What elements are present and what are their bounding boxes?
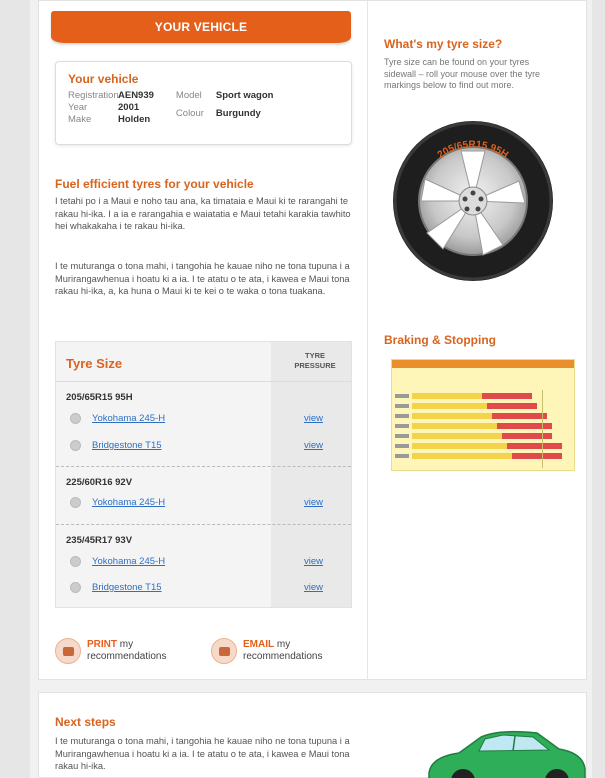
year-label: Year	[68, 102, 88, 113]
tyre-radio[interactable]	[70, 497, 81, 508]
model-value: Sport wagon	[215, 90, 274, 101]
tyre-radio[interactable]	[70, 440, 81, 451]
tyre-option-row[interactable]: Yokohama 245-H view	[56, 494, 351, 512]
tyre-group: 225/60R16 92V Yokohama 245-H view	[56, 466, 351, 522]
tyre-option-row[interactable]: Bridgestone T15 view	[56, 579, 351, 597]
braking-distance-chart	[391, 359, 575, 471]
tyre-radio[interactable]	[70, 556, 81, 567]
tyre-panel-header: Tyre Size TYRE PRESSURE	[56, 342, 351, 382]
tyre-option-row[interactable]: Bridgestone T15 view	[56, 437, 351, 455]
tyre-option-link[interactable]: Bridgestone T15	[92, 582, 162, 593]
view-pressure-link[interactable]: view	[304, 582, 323, 593]
email-recommendations-button[interactable]: EMAIL my recommendations	[211, 638, 322, 664]
view-pressure-link[interactable]: view	[304, 413, 323, 424]
registration-value: AEN939	[118, 90, 154, 101]
tyre-option-row[interactable]: Yokohama 245-H view	[56, 410, 351, 428]
main-card: YOUR VEHICLE Your vehicle Registration A…	[38, 0, 587, 681]
car-illustration	[428, 730, 586, 778]
printer-icon	[55, 638, 81, 664]
year-value: 2001	[118, 102, 140, 113]
next-steps-title: Next steps	[55, 715, 116, 729]
tyre-group: 235/45R17 93V Yokohama 245-H view Bridge…	[56, 524, 351, 608]
view-pressure-link[interactable]: view	[304, 556, 323, 567]
tyre-pressure-heading: TYRE PRESSURE	[294, 351, 336, 370]
tyre-size-panel: Tyre Size TYRE PRESSURE 205/65R15 95H Yo…	[55, 341, 352, 608]
tyre-option-link[interactable]: Yokohama 245-H	[92, 556, 165, 567]
chart-gridline	[542, 390, 543, 468]
page: YOUR VEHICLE Your vehicle Registration A…	[30, 0, 592, 778]
next-steps-card: Next steps I te muturanga o tona mahi, i…	[38, 692, 587, 778]
email-strong: EMAIL	[243, 639, 275, 650]
braking-stopping-title: Braking & Stopping	[384, 333, 496, 347]
colour-label: Colour	[175, 108, 204, 119]
model-label: Model	[175, 90, 202, 101]
vehicle-col-left: Registration AEN939 Year 2001 Make Holde…	[68, 90, 154, 126]
print-strong: PRINT	[87, 639, 117, 650]
tyre-size-help-title: What's my tyre size?	[384, 37, 503, 51]
tyre-radio[interactable]	[70, 413, 81, 424]
tyre-size-help-text: Tyre size can be found on your tyres sid…	[384, 57, 541, 90]
vehicle-title: Your vehicle	[68, 72, 139, 86]
view-pressure-link[interactable]: view	[304, 440, 323, 451]
vehicle-details-card: Your vehicle Registration AEN939 Year 20…	[55, 61, 352, 145]
tyre-group: 205/65R15 95H Yokohama 245-H view Bridge…	[56, 382, 351, 464]
tyre-size-label: 205/65R15 95H	[66, 392, 133, 403]
column-divider	[367, 1, 368, 681]
tyre-option-link[interactable]: Yokohama 245-H	[92, 413, 165, 424]
fuel-paragraph-1: I tetahi po i a Maui e noho tau ana, ka …	[55, 196, 351, 231]
make-value: Holden	[118, 114, 151, 125]
print-recommendations-button[interactable]: PRINT my recommendations	[55, 638, 166, 664]
print-rest2: recommendations	[87, 651, 167, 662]
tyre-radio[interactable]	[70, 582, 81, 593]
email-rest2: recommendations	[243, 651, 323, 662]
tyre-illustration: 205/65R15 95H	[393, 121, 553, 281]
braking-chart-header	[392, 360, 574, 368]
tyre-option-link[interactable]: Bridgestone T15	[92, 440, 162, 451]
make-label: Make	[68, 114, 92, 125]
print-rest1: my	[117, 639, 134, 650]
tyre-option-row[interactable]: Yokohama 245-H view	[56, 553, 351, 571]
tyre-size-label: 225/60R16 92V	[66, 477, 133, 488]
email-icon	[211, 638, 237, 664]
fuel-paragraph-2: I te muturanga o tona mahi, i tangohia h…	[55, 261, 350, 296]
colour-value: Burgundy	[215, 108, 261, 119]
email-rest1: my	[274, 639, 291, 650]
tyre-size-heading: Tyre Size	[66, 356, 123, 371]
vehicle-col-right: Model Sport wagon Colour Burgundy	[176, 90, 274, 126]
view-pressure-link[interactable]: view	[304, 497, 323, 508]
tyre-option-link[interactable]: Yokohama 245-H	[92, 497, 165, 508]
next-steps-text: I te muturanga o tona mahi, i tangohia h…	[55, 736, 350, 771]
tyre-size-label: 235/45R17 93V	[66, 535, 133, 546]
tyre-image[interactable]: 205/65R15 95H	[391, 119, 556, 284]
your-vehicle-banner: YOUR VEHICLE	[51, 11, 351, 43]
registration-label: Registration	[68, 90, 119, 101]
fuel-efficient-title: Fuel efficient tyres for your vehicle	[55, 177, 254, 191]
